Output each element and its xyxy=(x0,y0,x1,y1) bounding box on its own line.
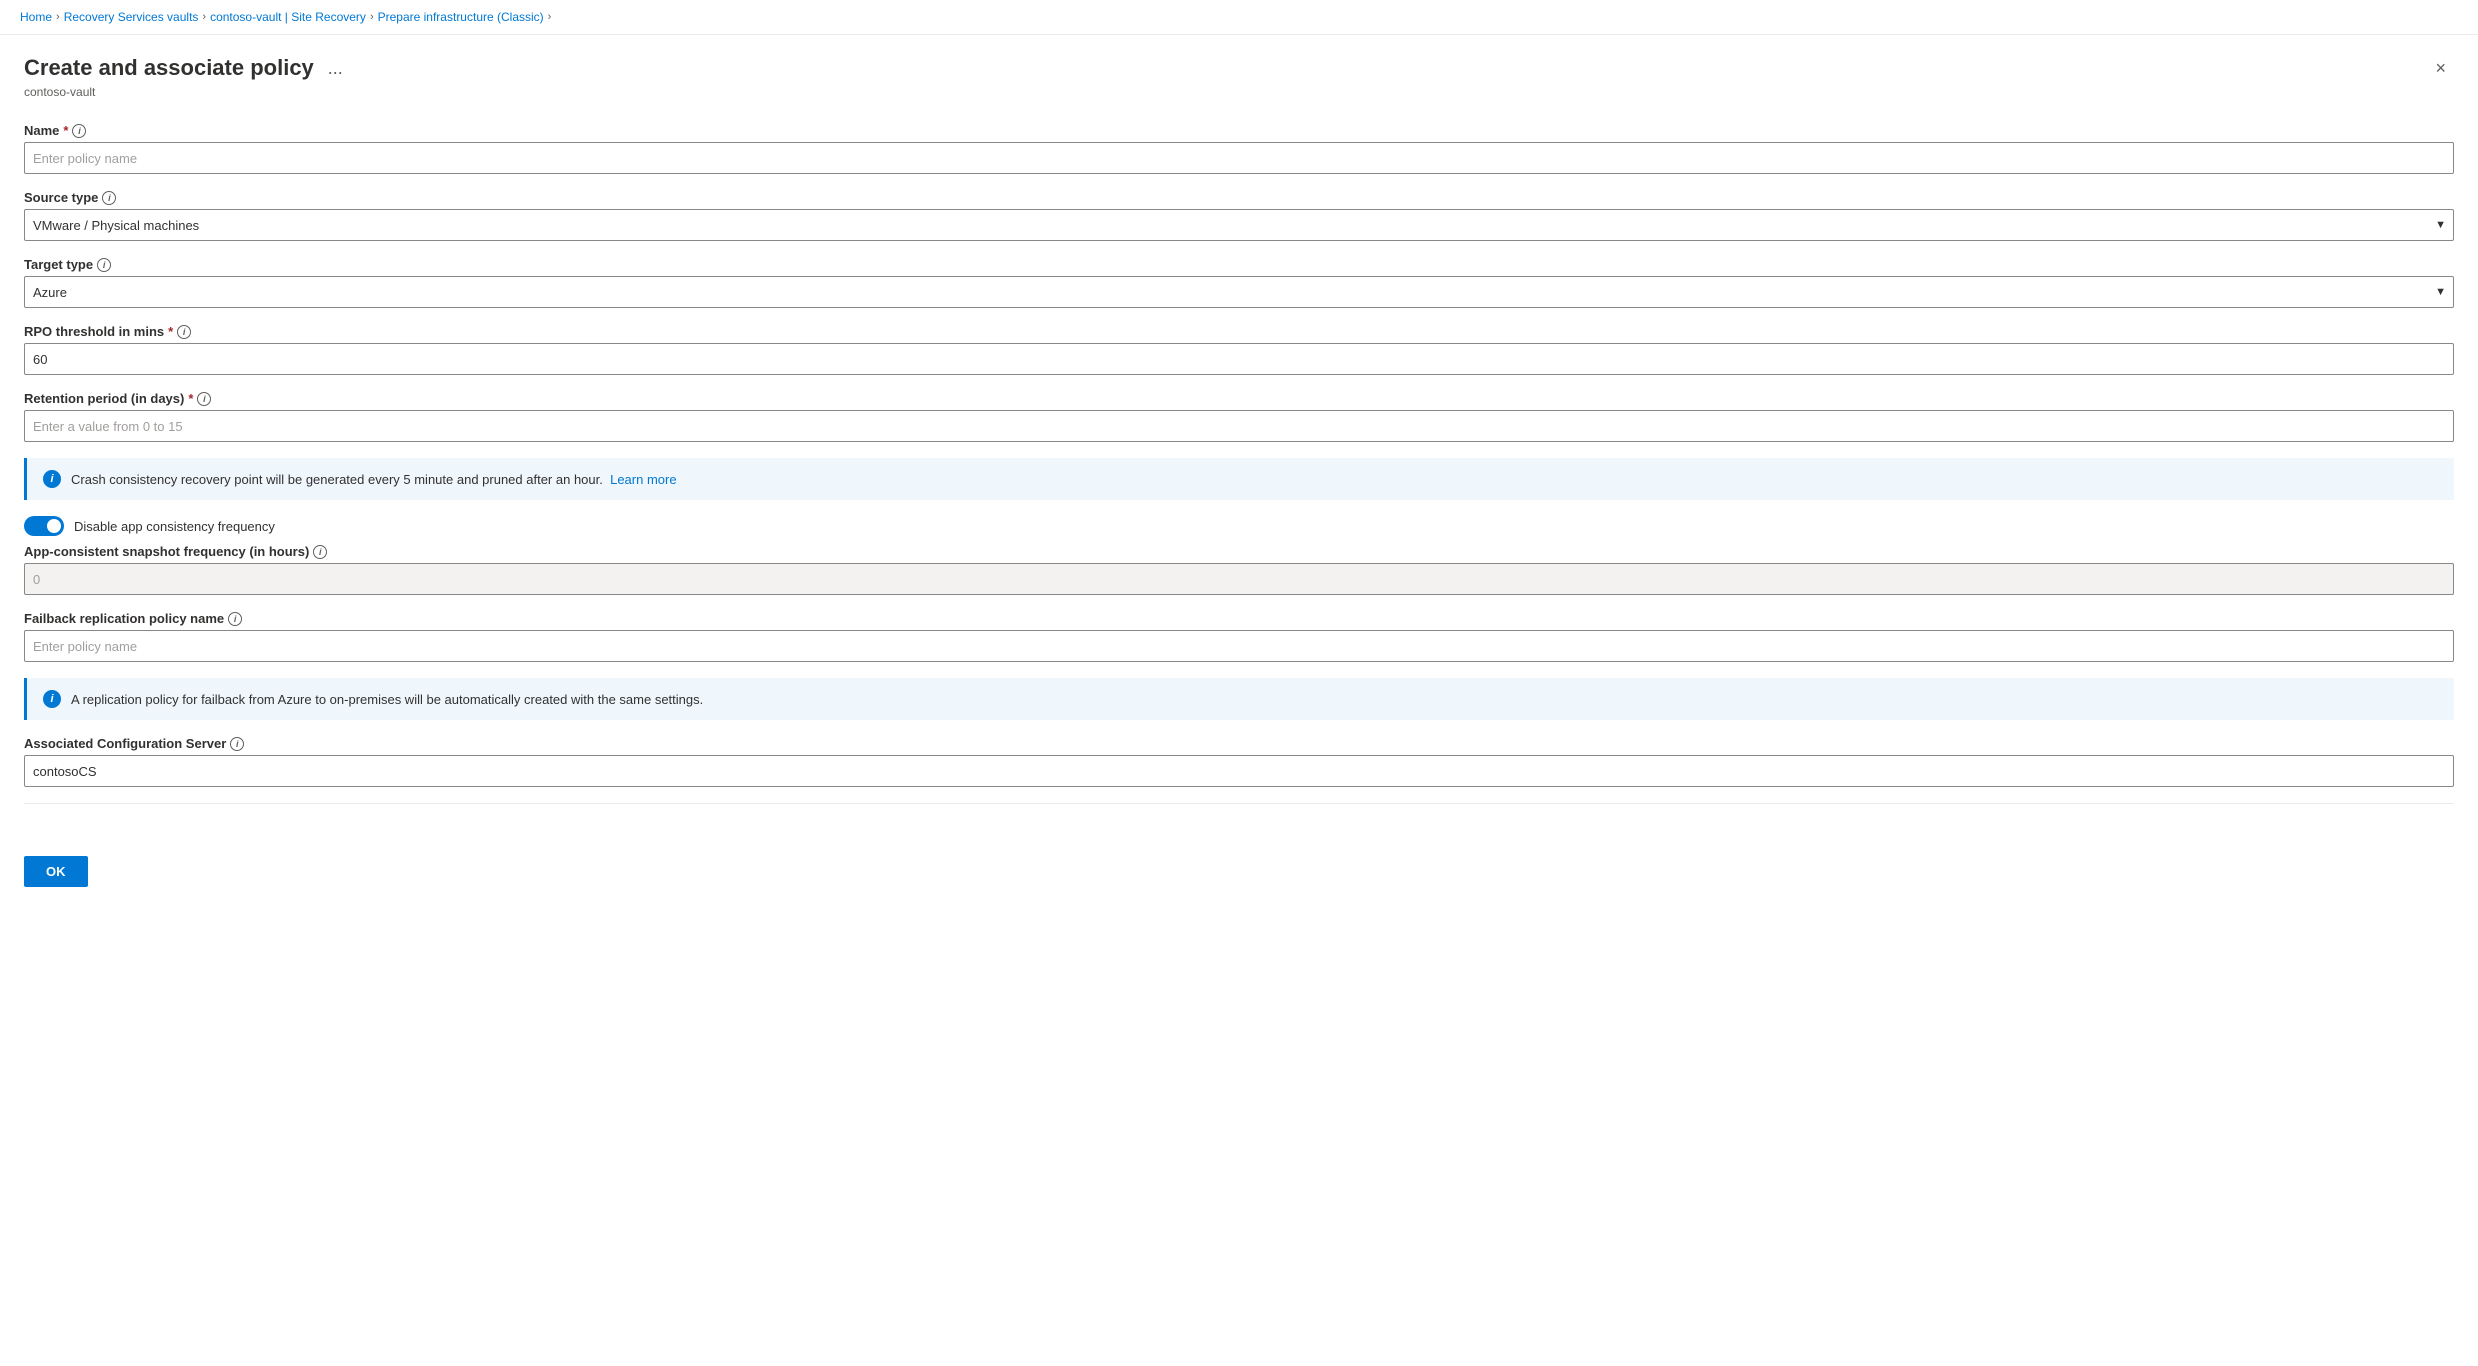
name-info-icon[interactable]: i xyxy=(72,124,86,138)
app-snapshot-field-group: App-consistent snapshot frequency (in ho… xyxy=(24,544,2454,595)
assoc-server-info-icon[interactable]: i xyxy=(230,737,244,751)
breadcrumb-home[interactable]: Home xyxy=(20,10,52,24)
retention-field-group: Retention period (in days) * i xyxy=(24,391,2454,442)
rpo-field-group: RPO threshold in mins * i xyxy=(24,324,2454,375)
rpo-required: * xyxy=(168,324,173,339)
failback-input[interactable] xyxy=(24,630,2454,662)
crash-consistency-banner: i Crash consistency recovery point will … xyxy=(24,458,2454,500)
app-snapshot-info-icon[interactable]: i xyxy=(313,545,327,559)
toggle-row: Disable app consistency frequency xyxy=(24,516,2454,536)
ellipsis-button[interactable]: ... xyxy=(322,56,349,81)
breadcrumb-sep-1: › xyxy=(56,11,60,23)
target-type-select-wrapper: Azure ▼ xyxy=(24,276,2454,308)
app-consistency-toggle[interactable] xyxy=(24,516,64,536)
breadcrumb-sep-4: › xyxy=(548,11,552,23)
retention-label: Retention period (in days) * i xyxy=(24,391,2454,406)
toggle-slider xyxy=(24,516,64,536)
rpo-info-icon[interactable]: i xyxy=(177,325,191,339)
failback-label: Failback replication policy name i xyxy=(24,611,2454,626)
page-header: Create and associate policy ... × xyxy=(24,55,2454,81)
assoc-server-input[interactable] xyxy=(24,755,2454,787)
page-container: Create and associate policy ... × contos… xyxy=(0,35,2478,907)
page-title: Create and associate policy xyxy=(24,55,314,81)
retention-input[interactable] xyxy=(24,410,2454,442)
breadcrumb: Home › Recovery Services vaults › contos… xyxy=(0,0,2478,35)
title-row: Create and associate policy ... xyxy=(24,55,349,81)
source-type-info-icon[interactable]: i xyxy=(102,191,116,205)
ok-button[interactable]: OK xyxy=(24,856,88,887)
name-label: Name * i xyxy=(24,123,2454,138)
app-snapshot-label: App-consistent snapshot frequency (in ho… xyxy=(24,544,2454,559)
name-field-group: Name * i xyxy=(24,123,2454,174)
name-required: * xyxy=(63,123,68,138)
failback-banner-icon: i xyxy=(43,690,61,708)
footer-divider xyxy=(24,803,2454,804)
app-snapshot-input[interactable] xyxy=(24,563,2454,595)
failback-banner: i A replication policy for failback from… xyxy=(24,678,2454,720)
rpo-input[interactable] xyxy=(24,343,2454,375)
target-type-info-icon[interactable]: i xyxy=(97,258,111,272)
retention-required: * xyxy=(188,391,193,406)
source-type-label: Source type i xyxy=(24,190,2454,205)
name-input[interactable] xyxy=(24,142,2454,174)
crash-banner-icon: i xyxy=(43,470,61,488)
page-subtitle: contoso-vault xyxy=(24,85,2454,99)
failback-info-icon[interactable]: i xyxy=(228,612,242,626)
target-type-field-group: Target type i Azure ▼ xyxy=(24,257,2454,308)
rpo-label: RPO threshold in mins * i xyxy=(24,324,2454,339)
breadcrumb-sep-2: › xyxy=(202,11,206,23)
failback-banner-text: A replication policy for failback from A… xyxy=(71,692,703,707)
retention-info-icon[interactable]: i xyxy=(197,392,211,406)
source-type-field-group: Source type i VMware / Physical machines… xyxy=(24,190,2454,241)
breadcrumb-vault[interactable]: contoso-vault | Site Recovery xyxy=(210,10,366,24)
crash-learn-more-link[interactable]: Learn more xyxy=(610,472,676,487)
source-type-select-wrapper: VMware / Physical machines Hyper-V ▼ xyxy=(24,209,2454,241)
assoc-server-label: Associated Configuration Server i xyxy=(24,736,2454,751)
crash-banner-text: Crash consistency recovery point will be… xyxy=(71,472,677,487)
failback-field-group: Failback replication policy name i xyxy=(24,611,2454,662)
form-section: Name * i Source type i VMware / Physical… xyxy=(24,123,2454,887)
breadcrumb-vaults[interactable]: Recovery Services vaults xyxy=(64,10,199,24)
close-button[interactable]: × xyxy=(2427,55,2454,81)
toggle-label: Disable app consistency frequency xyxy=(74,519,275,534)
footer-actions: OK xyxy=(24,828,2454,887)
breadcrumb-prepare[interactable]: Prepare infrastructure (Classic) xyxy=(378,10,544,24)
target-type-label: Target type i xyxy=(24,257,2454,272)
target-type-select[interactable]: Azure xyxy=(24,276,2454,308)
assoc-server-field-group: Associated Configuration Server i xyxy=(24,736,2454,787)
breadcrumb-sep-3: › xyxy=(370,11,374,23)
source-type-select[interactable]: VMware / Physical machines Hyper-V xyxy=(24,209,2454,241)
